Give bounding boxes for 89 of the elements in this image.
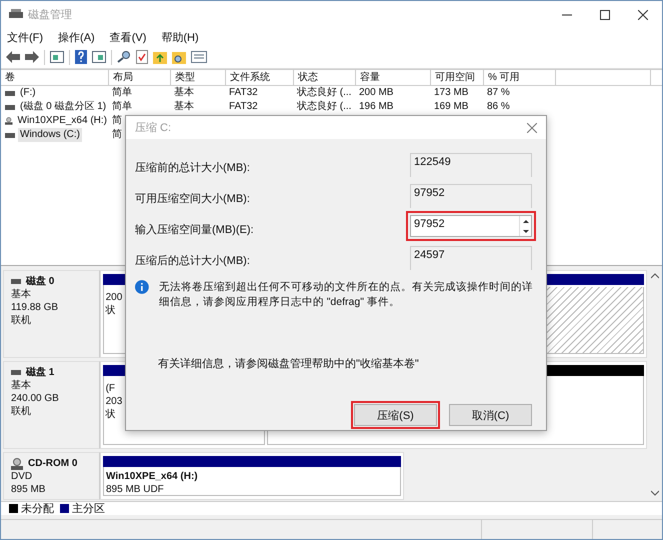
table-cell: 169 MB — [434, 101, 468, 112]
partition-label: 203 — [106, 395, 122, 408]
partition-label: Win10XPE_x64 (H:) — [106, 470, 198, 483]
forward-icon[interactable] — [25, 51, 39, 63]
table-cell: 86 % — [487, 101, 510, 112]
partition-label: 状 — [106, 304, 116, 317]
disk-size: 240.00 GB — [11, 392, 60, 405]
disk-type: 基本 — [11, 288, 32, 301]
drive-icon — [11, 370, 21, 375]
column-header[interactable]: 布局 — [109, 70, 171, 85]
drive-icon — [5, 132, 15, 138]
disk-type: DVD — [11, 470, 34, 483]
legend-label: 未分配 — [21, 502, 54, 516]
info-icon — [135, 280, 149, 294]
magnifier-icon[interactable] — [117, 51, 131, 63]
menu-item[interactable]: 帮助(H) — [159, 30, 201, 44]
column-header[interactable]: 状态 — [294, 70, 356, 85]
drive-icon — [11, 279, 21, 284]
back-icon[interactable] — [6, 51, 20, 63]
column-header[interactable]: 容量 — [356, 70, 431, 85]
close-icon[interactable] — [638, 10, 648, 20]
table-cell: 基本 — [174, 101, 194, 112]
table-cell: 173 MB — [434, 87, 468, 98]
volume-name[interactable]: (F:) — [18, 86, 38, 100]
table-cell: 状态良好 (... — [297, 101, 352, 112]
panel-icon[interactable] — [50, 51, 64, 63]
field-label: 可用压缩空间大小(MB): — [135, 192, 250, 206]
table-cell: FAT32 — [229, 101, 258, 112]
table-cell: FAT32 — [229, 87, 258, 98]
readonly-field: 122549 — [410, 153, 532, 177]
menu-item[interactable]: 查看(V) — [108, 30, 148, 44]
table-cell: 基本 — [174, 87, 194, 98]
folder-icon[interactable] — [153, 50, 167, 64]
readonly-field: 24597 — [410, 246, 532, 270]
table-cell: 简 — [112, 115, 122, 126]
column-header[interactable]: 可用空间 — [431, 70, 484, 85]
partition-box[interactable]: Win10XPE_x64 (H:) 895 MB UDF — [103, 467, 401, 496]
scroll-up-icon[interactable] — [650, 273, 658, 279]
table-cell: 200 MB — [359, 87, 394, 98]
menu-item[interactable]: 文件(F) — [5, 30, 46, 44]
partition-label: 状 — [106, 408, 116, 421]
disk-size: 895 MB — [11, 483, 46, 496]
folder-icon[interactable] — [172, 50, 186, 64]
volume-name[interactable]: (磁盘 0 磁盘分区 1) — [18, 100, 108, 114]
scroll-down-icon[interactable] — [650, 490, 658, 496]
volume-name[interactable]: Win10XPE_x64 (H:) — [16, 114, 109, 128]
disk-type: 基本 — [11, 379, 32, 392]
table-cell: 简单 — [112, 101, 132, 112]
partition-label: 200 — [106, 291, 122, 304]
spin-down-icon[interactable] — [522, 228, 530, 234]
readonly-field: 97952 — [410, 184, 532, 208]
table-cell: 简 — [112, 129, 122, 140]
menu-item[interactable]: 操作(A) — [56, 30, 97, 44]
dialog-button[interactable]: 压缩(S) — [354, 404, 437, 426]
disk-size: 119.88 GB — [11, 301, 60, 314]
cd-drive-icon — [11, 458, 23, 470]
field-label: 压缩前的总计大小(MB): — [135, 160, 250, 175]
disk-name: CD-ROM 0 — [28, 457, 78, 470]
list-icon[interactable] — [191, 51, 207, 63]
checklist-icon[interactable] — [136, 50, 148, 64]
cd-drive-icon — [5, 115, 13, 127]
table-cell: 196 MB — [359, 101, 394, 112]
field-label: 输入压缩空间量(MB)(E): — [135, 222, 254, 237]
volume-name[interactable]: Windows (C:) — [18, 128, 82, 142]
column-header[interactable]: 卷 — [1, 70, 109, 85]
partition-label: (F — [106, 382, 116, 395]
legend-label: 主分区 — [72, 502, 105, 516]
column-header[interactable]: % 可用 — [484, 70, 556, 85]
help-text: 有关详细信息，请参阅磁盘管理帮助中的"收缩基本卷" — [158, 356, 420, 371]
table-cell: 状态良好 (... — [297, 87, 352, 98]
help-icon[interactable] — [75, 50, 87, 64]
table-cell: 87 % — [487, 87, 510, 98]
table-cell: 简单 — [112, 87, 132, 98]
field-label: 压缩后的总计大小(MB): — [135, 254, 250, 268]
panel-icon[interactable] — [92, 51, 106, 63]
dialog-title: 压缩 C: — [135, 120, 172, 135]
info-message: 无法将卷压缩到超出任何不可移动的文件所在的点。有关完成该操作时间的详细信息，请参阅应用程序日志中的 "defrag" 事件。 — [158, 280, 534, 310]
disk-status: 联机 — [11, 405, 32, 418]
partition-label: 895 MB UDF — [106, 483, 164, 495]
disk-name: 磁盘 1 — [26, 366, 54, 379]
number-input[interactable]: 97952 — [410, 215, 532, 237]
window-title: 磁盘管理 — [28, 8, 72, 22]
disk-name: 磁盘 0 — [26, 275, 54, 288]
column-header[interactable]: 文件系统 — [226, 70, 294, 85]
spin-up-icon[interactable] — [522, 218, 530, 224]
disk-status: 联机 — [11, 314, 32, 327]
dialog-button[interactable]: 取消(C) — [449, 404, 532, 426]
column-header[interactable]: 类型 — [171, 70, 226, 85]
maximize-icon[interactable] — [600, 10, 610, 20]
